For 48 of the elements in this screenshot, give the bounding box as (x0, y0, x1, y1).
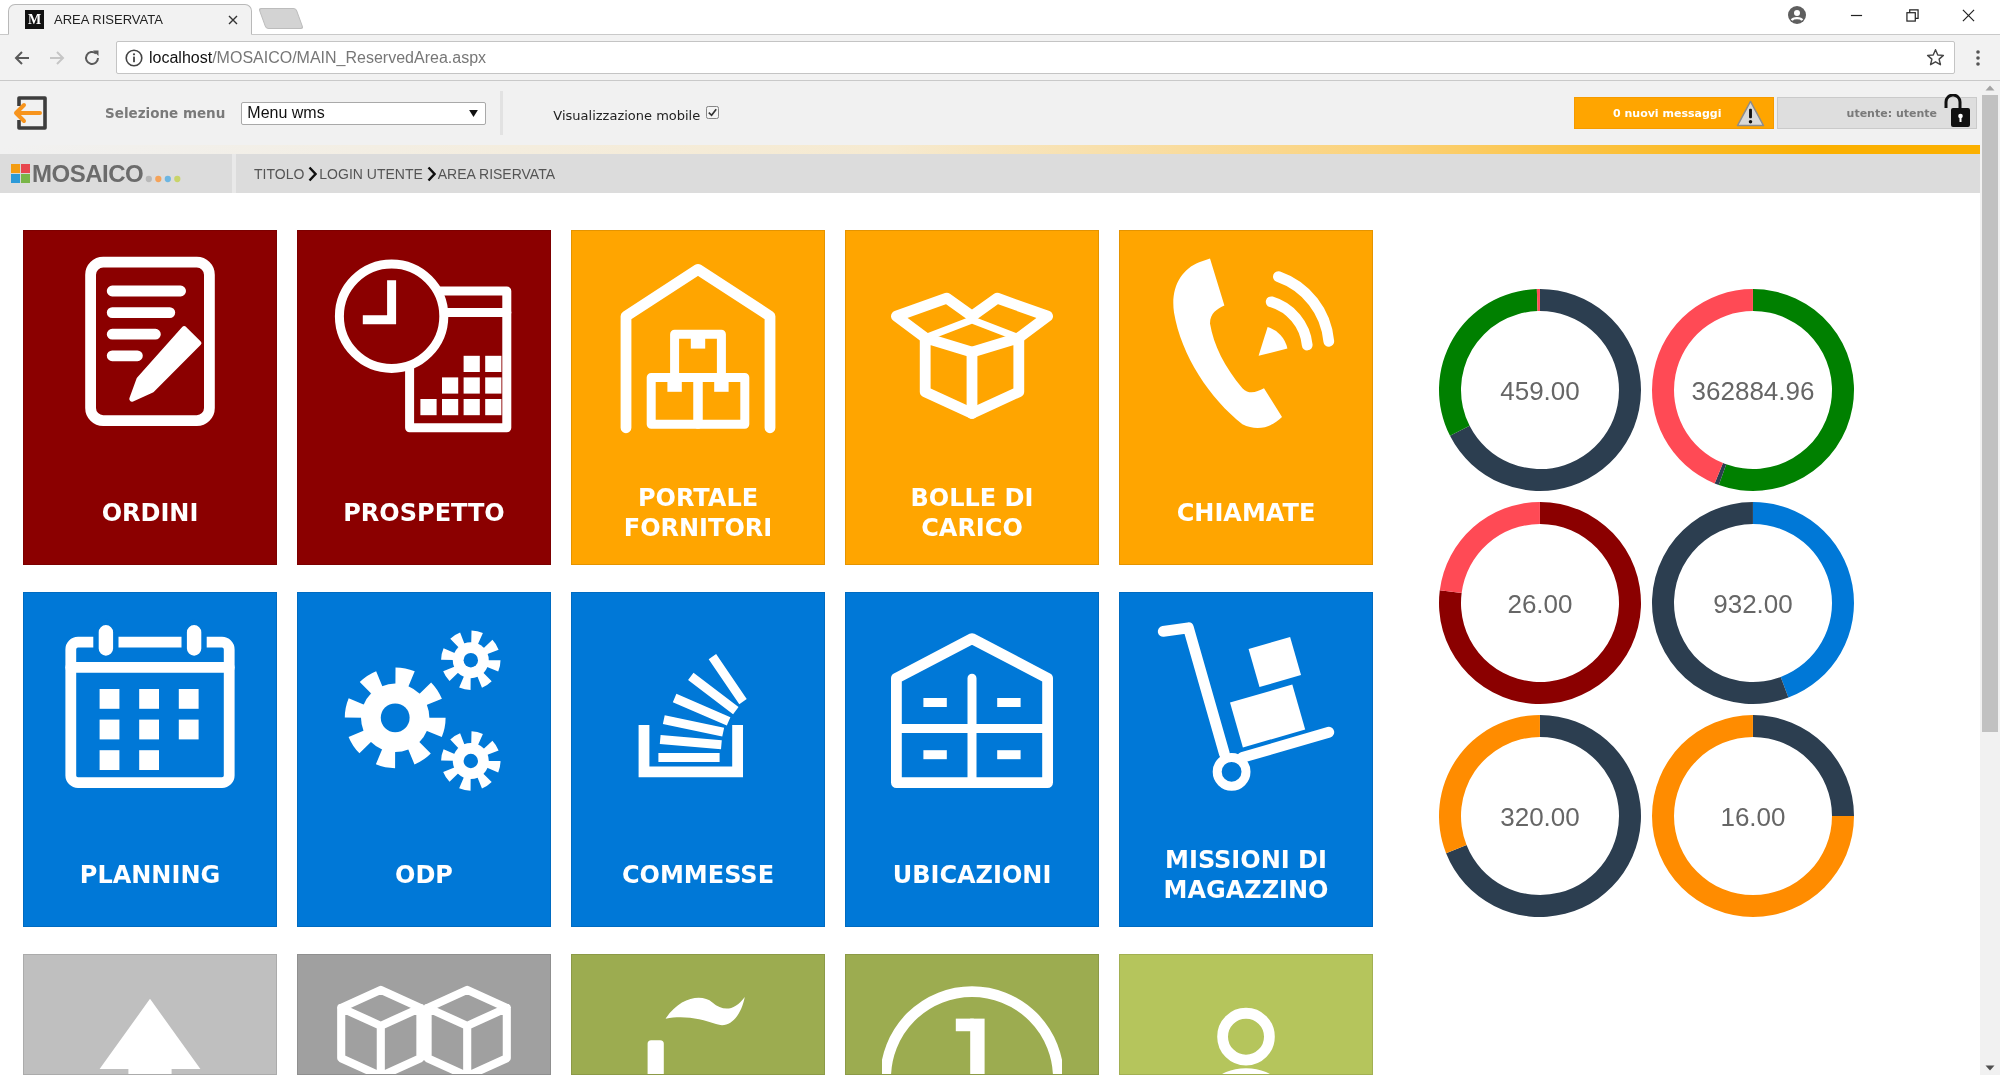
menu-tile[interactable]: PROSPETTO (297, 230, 551, 565)
restore-icon[interactable] (1906, 8, 1919, 22)
menu-tile[interactable] (1119, 954, 1373, 1075)
gauge-value: 16.00 (1720, 802, 1786, 832)
scrollbar-thumb[interactable] (1982, 95, 1998, 732)
chevron-icon (426, 165, 436, 182)
breadcrumb-link[interactable]: LOGIN UTENTE (319, 165, 423, 182)
star-icon[interactable] (1926, 48, 1945, 67)
mobile-checkbox[interactable] (706, 105, 720, 119)
menu-tile[interactable]: COMMESSE (571, 592, 825, 927)
back-icon[interactable] (13, 48, 31, 67)
url-text: localhost/MOSAICO/MAIN_ReservedArea.aspx (149, 48, 487, 67)
reload-icon[interactable] (83, 48, 101, 67)
close-icon[interactable] (1962, 8, 1975, 22)
close-icon[interactable] (228, 14, 238, 25)
gauge-value: 459.00 (1500, 376, 1580, 406)
menu-label: Selezione menu (105, 105, 226, 121)
menu-tile[interactable]: ODP (297, 592, 551, 927)
logo-squares-icon (11, 164, 30, 183)
info-icon[interactable] (125, 48, 143, 67)
menu-tile[interactable]: ORDINI (23, 230, 277, 565)
address-field[interactable]: localhost/MOSAICO/MAIN_ReservedArea.aspx (116, 41, 1955, 74)
menu-tile[interactable]: PLANNING (23, 592, 277, 927)
menu-tile[interactable] (23, 954, 277, 1075)
warning-icon (1736, 99, 1765, 127)
caret-icon (469, 109, 479, 117)
chevron-icon (308, 165, 318, 182)
breadcrumb-link[interactable]: TITOLO (254, 165, 305, 182)
favicon: M (25, 10, 44, 29)
gauge-value: 26.00 (1507, 589, 1573, 619)
brand-name: MOSAICO (32, 159, 144, 188)
gauge-value: 320.00 (1500, 802, 1580, 832)
breadcrumb-link[interactable]: AREA RISERVATA (437, 165, 555, 182)
menu-select[interactable]: Menu wms (241, 101, 487, 125)
account-icon[interactable] (1788, 6, 1806, 24)
menu-icon[interactable] (1975, 48, 1981, 67)
tab-title: AREA RISERVATA (54, 12, 163, 27)
mobile-label: Visualizzazione mobile (553, 107, 701, 123)
scrollbar-track[interactable] (1980, 81, 2000, 1075)
gauge-value: 362884.96 (1691, 376, 1815, 406)
menu-tile[interactable]: UBICAZIONI (845, 592, 1099, 927)
menu-tile[interactable] (845, 954, 1099, 1075)
menu-tile[interactable] (571, 954, 825, 1075)
gauge-value: 932.00 (1713, 589, 1793, 619)
browser-tab[interactable]: M AREA RISERVATA (8, 4, 252, 35)
menu-tile[interactable] (297, 954, 551, 1075)
menu-tile[interactable]: MISSIONI DI MAGAZZINO (1119, 592, 1373, 927)
user-button[interactable]: utente: utente (1777, 97, 1977, 129)
